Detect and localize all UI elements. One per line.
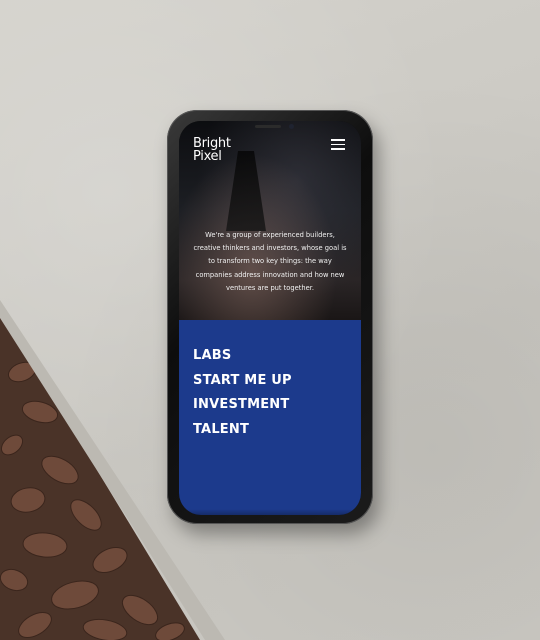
site-logo[interactable]: Bright Pixel [193, 137, 231, 163]
hamburger-menu-icon[interactable] [331, 139, 345, 150]
screen-bottom-shade [179, 509, 361, 515]
earpiece-speaker [255, 125, 281, 128]
nav-item-talent[interactable]: TALENT [193, 418, 292, 443]
logo-line-2: Pixel [193, 149, 222, 164]
hero-tagline: We're a group of experienced builders, c… [193, 231, 347, 292]
front-camera-icon [289, 124, 294, 129]
lamp-silhouette [226, 151, 266, 231]
nav-item-labs[interactable]: LABS [193, 344, 292, 369]
nav-panel: LABS START ME UP INVESTMENT TALENT [179, 320, 361, 515]
phone-screen: Bright Pixel We're a group of experience… [179, 121, 361, 515]
nav-item-investment[interactable]: INVESTMENT [193, 393, 292, 418]
main-nav: LABS START ME UP INVESTMENT TALENT [193, 344, 292, 442]
nav-item-start-me-up[interactable]: START ME UP [193, 369, 292, 394]
